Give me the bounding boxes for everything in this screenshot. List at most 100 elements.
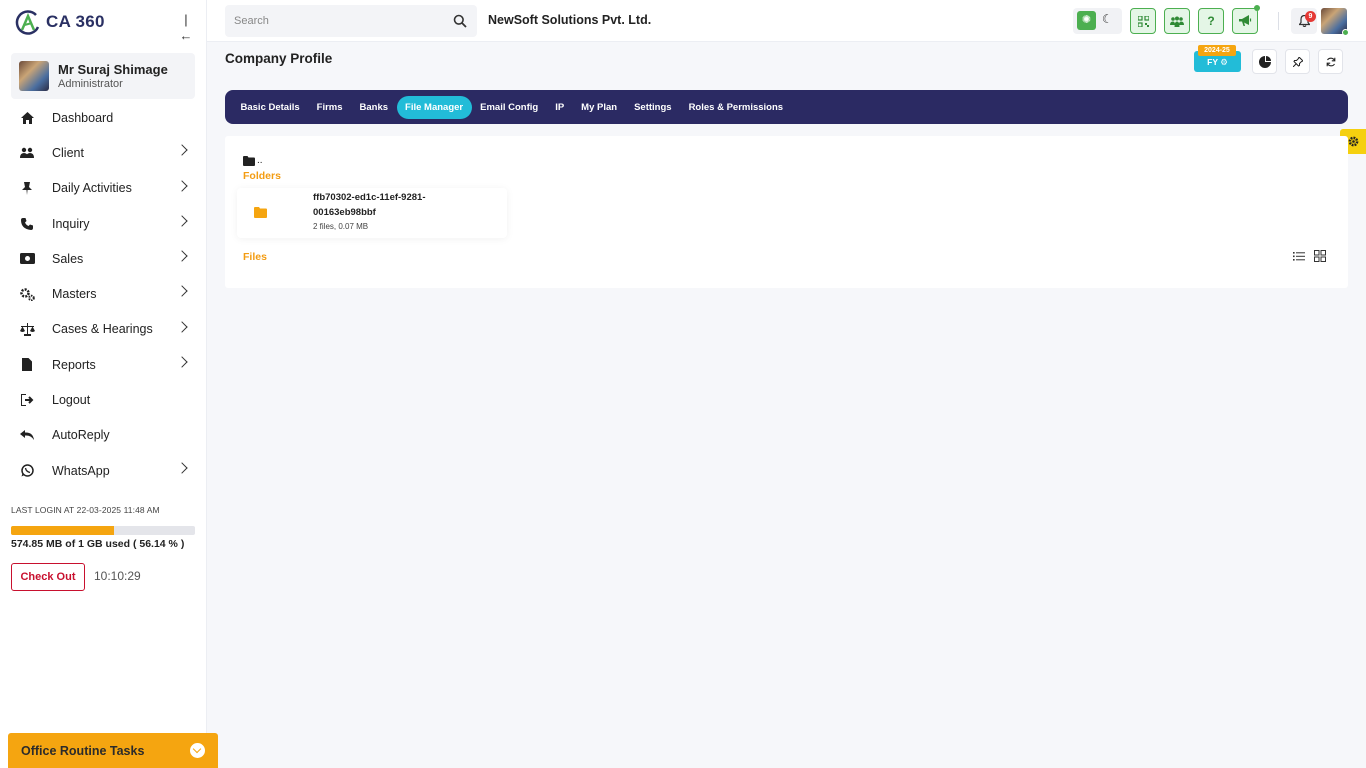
team-button[interactable] xyxy=(1164,8,1190,34)
qr-code-button[interactable] xyxy=(1130,8,1156,34)
question-icon: ? xyxy=(1207,14,1215,28)
chevron-right-icon xyxy=(176,285,188,298)
notifications-button[interactable]: 9 xyxy=(1291,8,1317,34)
storage-usage-text: 574.85 MB of 1 GB used ( 56.14 % ) xyxy=(11,538,185,550)
file-manager-panel: .. Folders ffb70302-ed1c-11ef-9281-00163… xyxy=(225,136,1348,288)
sidebar-item-sales[interactable]: Sales xyxy=(11,241,201,276)
tab-banks[interactable]: Banks xyxy=(351,96,397,119)
sidebar-item-label: Inquiry xyxy=(52,216,90,231)
gear-icon xyxy=(1348,136,1358,147)
sidebar-item-masters[interactable]: Masters xyxy=(11,276,201,311)
chevron-right-icon xyxy=(176,250,188,262)
cogs-icon xyxy=(19,286,35,302)
sidebar-item-cases-hearings[interactable]: Cases & Hearings xyxy=(11,312,201,347)
chevron-right-icon xyxy=(176,356,188,368)
moon-icon[interactable]: ☾ xyxy=(1102,12,1113,26)
phone-icon xyxy=(19,216,35,232)
pin-button[interactable] xyxy=(1285,49,1310,74)
search-box xyxy=(225,5,477,37)
search-icon[interactable] xyxy=(453,14,467,28)
user-card[interactable]: Mr Suraj Shimage Administrator xyxy=(11,53,195,99)
tab-my-plan[interactable]: My Plan xyxy=(573,96,626,119)
grid-view-icon[interactable] xyxy=(1313,249,1327,263)
qr-code-icon xyxy=(1137,15,1149,27)
storage-progress-fill xyxy=(11,526,115,535)
sidebar-item-label: Cases & Hearings xyxy=(52,322,153,337)
ca360-logo-icon xyxy=(15,10,40,35)
sidebar-item-label: Dashboard xyxy=(52,110,114,125)
office-routine-tasks-label: Office Routine Tasks xyxy=(21,743,145,758)
status-dot xyxy=(1254,5,1260,11)
user-name: Mr Suraj Shimage xyxy=(58,61,168,77)
last-login-text: LAST LOGIN AT 22-03-2025 11:48 AM xyxy=(11,505,160,515)
sidebar-item-dashboard[interactable]: Dashboard xyxy=(11,100,201,135)
chart-button[interactable] xyxy=(1252,49,1277,74)
chevron-right-icon xyxy=(176,215,188,227)
files-heading: Files xyxy=(243,251,267,263)
sidebar: CA 360 |← Mr Suraj Shimage Administrator… xyxy=(0,0,207,768)
tab-firms[interactable]: Firms xyxy=(308,96,351,119)
avatar xyxy=(19,61,49,91)
tab-settings[interactable]: Settings xyxy=(626,96,680,119)
tab-roles-permissions[interactable]: Roles & Permissions xyxy=(680,96,792,119)
sidebar-item-whatsapp[interactable]: WhatsApp xyxy=(11,453,201,488)
check-out-button[interactable]: Check Out xyxy=(11,563,85,591)
folders-heading: Folders xyxy=(243,170,281,182)
sidebar-item-label: Daily Activities xyxy=(52,181,132,196)
sidebar-item-daily-activities[interactable]: Daily Activities xyxy=(11,171,201,206)
profile-tabs: Basic Details Firms Banks File Manager E… xyxy=(225,90,1348,124)
tab-basic-details[interactable]: Basic Details xyxy=(232,96,308,119)
sidebar-item-label: Logout xyxy=(52,393,91,408)
parent-directory-label: .. xyxy=(257,155,263,166)
chevron-right-icon xyxy=(176,321,188,333)
session-clock: 10:10:29 xyxy=(94,569,141,583)
folder-item[interactable]: ffb70302-ed1c-11ef-9281-00163eb98bbf 2 f… xyxy=(237,188,507,238)
announcements-button[interactable] xyxy=(1232,5,1260,34)
financial-year-badge: 2024-25 xyxy=(1198,45,1236,56)
page-title: Company Profile xyxy=(225,51,333,66)
sidebar-item-label: Client xyxy=(52,145,84,160)
file-icon xyxy=(19,357,35,373)
app-logo[interactable]: CA 360 xyxy=(14,8,105,36)
sidebar-item-label: Masters xyxy=(52,287,97,302)
refresh-icon xyxy=(1326,57,1335,66)
scale-icon xyxy=(19,321,35,337)
sidebar-menu: Dashboard Client Daily Activities Inquir… xyxy=(11,100,201,488)
refresh-button[interactable] xyxy=(1318,49,1343,74)
sidebar-item-label: AutoReply xyxy=(52,428,110,443)
sidebar-item-inquiry[interactable]: Inquiry xyxy=(11,206,201,241)
team-icon xyxy=(1170,16,1184,27)
sidebar-item-logout[interactable]: Logout xyxy=(11,382,201,417)
sidebar-item-client[interactable]: Client xyxy=(11,135,201,170)
sidebar-item-label: Reports xyxy=(52,357,96,372)
search-input[interactable] xyxy=(225,5,445,37)
theme-toggle[interactable]: ✺ ☾ xyxy=(1073,8,1122,34)
parent-directory-link[interactable]: .. xyxy=(243,155,263,166)
top-header: NewSoft Solutions Pvt. Ltd. ✺ ☾ ? 9 xyxy=(207,0,1366,42)
list-view-icon[interactable] xyxy=(1292,249,1306,263)
fy-label: FY xyxy=(1207,57,1218,67)
sidebar-item-reports[interactable]: Reports xyxy=(11,347,201,382)
profile-avatar[interactable] xyxy=(1321,8,1349,36)
folder-meta: 2 files, 0.07 MB xyxy=(313,222,369,231)
sun-icon[interactable]: ✺ xyxy=(1077,11,1096,30)
folder-name: ffb70302-ed1c-11ef-9281-00163eb98bbf xyxy=(313,192,426,218)
collapse-sidebar-icon[interactable]: |← xyxy=(179,12,193,43)
office-routine-tasks-bar[interactable]: Office Routine Tasks xyxy=(8,733,218,768)
chevron-right-icon xyxy=(176,144,188,156)
online-status-dot xyxy=(1342,29,1349,36)
sidebar-item-label: WhatsApp xyxy=(52,463,110,478)
pie-chart-icon xyxy=(1258,55,1271,68)
tab-email-config[interactable]: Email Config xyxy=(472,96,547,119)
storage-progress-bar xyxy=(11,526,195,535)
home-icon xyxy=(19,110,35,126)
tab-ip[interactable]: IP xyxy=(547,96,573,119)
chevron-down-icon[interactable] xyxy=(190,743,205,758)
logout-icon xyxy=(19,392,35,408)
thumbtack-icon xyxy=(1292,56,1303,67)
whatsapp-icon xyxy=(19,463,35,479)
megaphone-icon xyxy=(1238,15,1251,26)
help-button[interactable]: ? xyxy=(1198,8,1224,34)
tab-file-manager[interactable]: File Manager xyxy=(396,95,472,119)
sidebar-item-autoreply[interactable]: AutoReply xyxy=(11,418,201,453)
